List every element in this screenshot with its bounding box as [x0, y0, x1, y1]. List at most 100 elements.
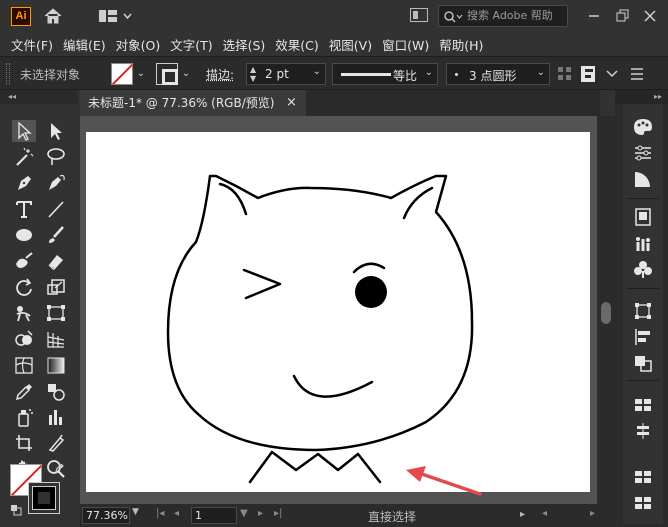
brushes-icon[interactable] — [631, 232, 655, 254]
artboard-number-field[interactable]: 1 — [191, 507, 237, 524]
menu-window[interactable]: 窗口(W) — [379, 32, 432, 54]
vertical-scrollbar[interactable] — [597, 116, 615, 504]
selection-tool[interactable] — [44, 120, 68, 142]
transform-icon[interactable] — [631, 300, 655, 322]
menu-effect[interactable]: 效果(C) — [272, 32, 321, 54]
arrange-documents-icon[interactable] — [410, 8, 428, 22]
menu-help[interactable]: 帮助(H) — [436, 32, 486, 54]
last-artboard-button[interactable]: ▸| — [274, 508, 282, 519]
artboard[interactable] — [86, 132, 590, 492]
stroke-weight-value[interactable]: 2 pt — [265, 67, 289, 81]
artboard-dropdown[interactable]: ▼ — [240, 508, 248, 519]
scroll-right-button[interactable]: ▸ — [590, 508, 595, 519]
stroke-weight-field[interactable]: ▲ ▼ 2 pt ⌄ — [246, 63, 326, 85]
mesh-tool[interactable] — [12, 354, 36, 376]
layers-icon[interactable] — [631, 206, 655, 228]
stroke-weight-dropdown[interactable]: ⌄ — [313, 66, 321, 77]
recolor-grid-icon[interactable] — [556, 65, 574, 83]
brush-dropdown[interactable]: ⌄ — [537, 67, 545, 78]
stroke-dropdown[interactable]: ⌄ — [179, 63, 193, 85]
stroke-label[interactable]: 描边: — [206, 66, 234, 83]
minimize-icon[interactable] — [584, 6, 604, 26]
menu-edit[interactable]: 编辑(E) — [60, 32, 109, 54]
magic-wand-tool[interactable] — [12, 146, 36, 168]
cat-head-outline — [166, 174, 474, 452]
restore-icon[interactable] — [612, 6, 632, 26]
curvature-icon — [49, 174, 65, 190]
swatches-icon[interactable] — [631, 394, 655, 416]
direct-selection-tool[interactable] — [12, 120, 36, 142]
scale-tool[interactable] — [44, 276, 68, 298]
appearance-icon[interactable] — [631, 492, 655, 514]
shape-builder-tool[interactable] — [12, 328, 36, 350]
fill-dropdown[interactable]: ⌄ — [134, 63, 148, 85]
rotate-tool[interactable] — [12, 276, 36, 298]
panel-menu-icon[interactable] — [603, 65, 621, 83]
zoom-dropdown[interactable]: ▼ — [132, 507, 139, 517]
free-transform-tool[interactable] — [44, 302, 68, 324]
close-tab-icon[interactable]: × — [286, 90, 297, 116]
stroke-swatch[interactable] — [156, 63, 178, 85]
collar — [248, 450, 382, 484]
panel-dock-header[interactable]: ▸▸ — [615, 90, 668, 104]
fill-stroke-widget[interactable] — [10, 464, 70, 524]
symbols-icon[interactable] — [631, 258, 655, 280]
eraser-tool[interactable] — [44, 250, 68, 272]
pathfinder-icon[interactable] — [631, 352, 655, 374]
blend-tool[interactable] — [44, 380, 68, 402]
symbol-sprayer-tool[interactable] — [12, 406, 36, 428]
pen-tool[interactable] — [12, 172, 36, 194]
column-graph-tool[interactable] — [44, 406, 68, 428]
align-icon[interactable] — [631, 326, 655, 348]
cat-illustration[interactable] — [86, 132, 590, 492]
tools-panel-header[interactable]: ◂◂ — [0, 90, 78, 104]
gradient-panel-icon[interactable] — [631, 168, 655, 190]
default-fill-stroke-icon[interactable] — [10, 504, 22, 516]
line-segment-tool[interactable] — [44, 198, 68, 220]
next-artboard-button[interactable]: ▸ — [258, 508, 263, 519]
status-menu-arrow[interactable]: ▸ — [520, 509, 525, 520]
profile-dropdown[interactable]: ⌄ — [425, 67, 433, 78]
home-icon[interactable] — [42, 6, 64, 26]
workspace-switcher-icon[interactable] — [97, 6, 137, 26]
artboard-tool[interactable] — [12, 432, 36, 454]
first-artboard-button[interactable]: |◂ — [156, 508, 164, 519]
close-window-icon[interactable] — [640, 6, 660, 26]
scroll-left-button[interactable]: ◂ — [542, 508, 547, 519]
brush-definition[interactable]: 3 点圆形 ⌄ — [446, 63, 550, 85]
blob-brush-tool[interactable] — [12, 250, 36, 272]
variable-width-profile[interactable]: 等比 ⌄ — [332, 63, 438, 85]
graphic-styles-icon[interactable] — [631, 466, 655, 488]
zoom-field[interactable]: 77.36% — [82, 507, 130, 524]
menu-file[interactable]: 文件(F) — [8, 32, 56, 54]
menu-type[interactable]: 文字(T) — [167, 32, 215, 54]
stroke-weight-stepper[interactable]: ▲ ▼ — [250, 65, 256, 83]
menu-select[interactable]: 选择(S) — [220, 32, 269, 54]
help-search-input[interactable]: 搜索 Adobe 帮助 — [438, 5, 568, 27]
perspective-grid-tool[interactable] — [44, 328, 68, 350]
menu-object[interactable]: 对象(O) — [113, 32, 164, 54]
type-tool[interactable] — [12, 198, 36, 220]
curvature-tool[interactable] — [44, 172, 68, 194]
lasso-tool[interactable] — [44, 146, 68, 168]
gradient-tool[interactable] — [44, 354, 68, 376]
stroke-color-box[interactable] — [28, 482, 60, 514]
align-options-icon[interactable] — [580, 65, 598, 83]
slice-tool[interactable] — [44, 432, 68, 454]
eyedropper-tool[interactable] — [12, 380, 36, 402]
swatch-libraries-icon[interactable] — [631, 420, 655, 442]
canvas-area[interactable] — [80, 116, 597, 504]
control-more-icon[interactable] — [628, 65, 646, 83]
puppet-warp-tool[interactable] — [12, 302, 36, 324]
color-icon[interactable] — [631, 116, 655, 138]
swap-fill-stroke-icon[interactable] — [54, 464, 66, 476]
document-tab[interactable]: 未标题-1* @ 77.36% (RGB/预览) × — [80, 90, 306, 116]
properties-icon[interactable] — [631, 142, 655, 164]
scrollbar-thumb[interactable] — [601, 302, 611, 324]
control-bar-grip[interactable] — [6, 63, 10, 85]
menu-view[interactable]: 视图(V) — [326, 32, 375, 54]
ellipse-tool[interactable] — [12, 224, 36, 246]
paintbrush-tool[interactable] — [44, 224, 68, 246]
fill-swatch[interactable] — [111, 63, 133, 85]
previous-artboard-button[interactable]: ◂ — [174, 508, 179, 519]
